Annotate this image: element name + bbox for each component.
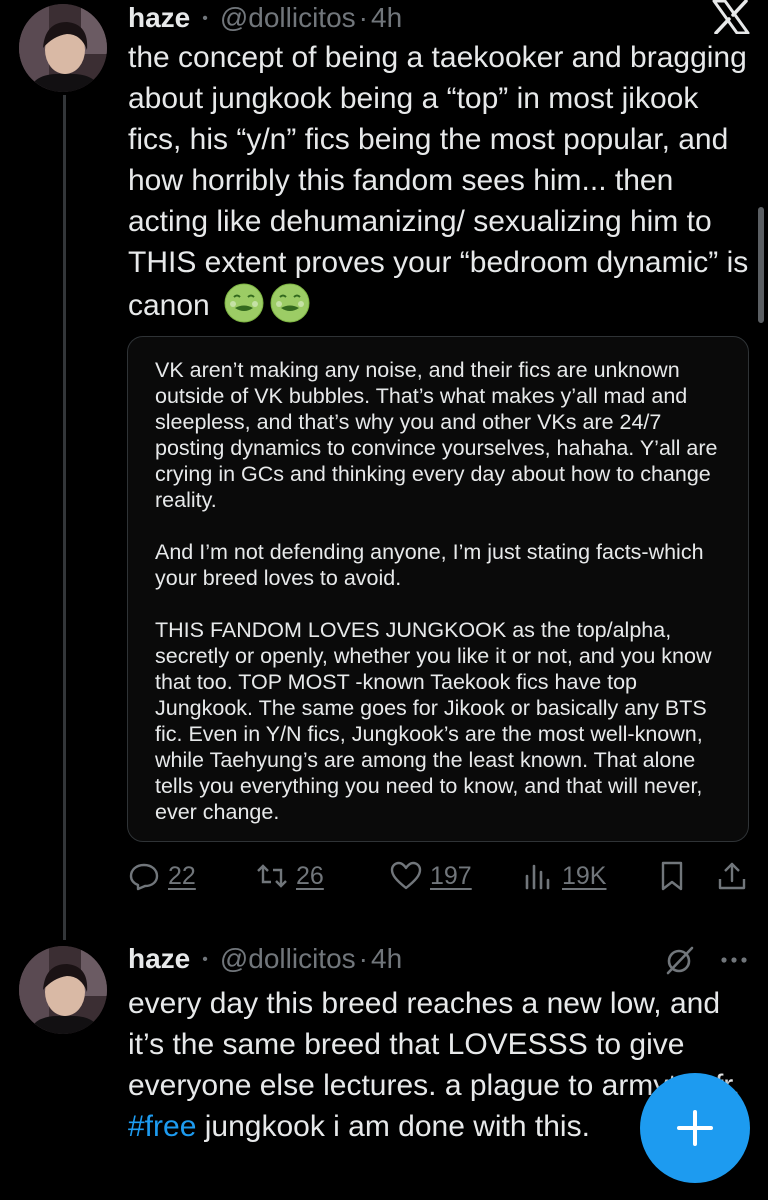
author-name[interactable]: haze [128,943,190,975]
tweet-body-end: jungkook i am done with this. [196,1110,590,1143]
quoted-text-box[interactable]: VK aren’t making any noise, and their fi… [127,336,749,842]
header-dot: • [202,10,208,27]
heart-icon [390,861,422,890]
plus-icon [677,1110,713,1146]
scrollbar[interactable] [758,207,764,323]
quoted-text: VK aren’t making any noise, and their fi… [155,358,718,824]
bookmark-button[interactable] [656,860,688,892]
nauseated-face-icon [224,283,264,323]
header-separator: · [358,2,368,33]
repost-icon [257,864,287,888]
bookmark-icon [661,861,683,891]
author-handle[interactable]: @dollicitos [220,943,356,975]
tweet-time[interactable]: 4h [371,943,402,975]
share-button[interactable] [716,860,748,892]
views-icon [525,864,550,890]
reply-count: 22 [168,861,196,890]
repost-count: 26 [296,861,324,890]
header-separator: · [358,943,368,974]
reply-icon [129,863,159,891]
tweet-text: the concept of being a taekooker and bra… [128,37,758,326]
hashtag-link[interactable]: #free [128,1110,196,1143]
header-dot: • [202,951,208,968]
like-count: 197 [430,861,472,890]
tweet-time[interactable]: 4h [371,2,402,34]
more-icon[interactable] [720,954,748,966]
x-logo-icon[interactable] [712,0,750,34]
author-name[interactable]: haze [128,2,190,34]
tweet-actions: 22 26 197 19K [128,860,758,900]
views-count: 19K [562,861,607,890]
share-icon [718,862,746,890]
author-handle[interactable]: @dollicitos [220,2,356,34]
repost-button[interactable]: 26 [256,860,324,892]
reply-button[interactable]: 22 [128,860,196,892]
tweet-header: haze • @dollicitos · 4h [128,943,402,975]
avatar[interactable] [19,4,107,92]
tweet-header: haze • @dollicitos · 4h [128,2,402,34]
avatar[interactable] [19,946,107,1034]
like-button[interactable]: 197 [390,860,472,892]
nauseated-face-icon [270,283,310,323]
compose-button[interactable] [640,1073,750,1183]
thread-line [63,95,66,940]
tweet-body: the concept of being a taekooker and bra… [128,41,757,322]
tweet-body: every day this breed reaches a new low, … [128,987,749,1102]
grok-icon[interactable] [664,944,696,976]
views-button[interactable]: 19K [522,860,606,892]
